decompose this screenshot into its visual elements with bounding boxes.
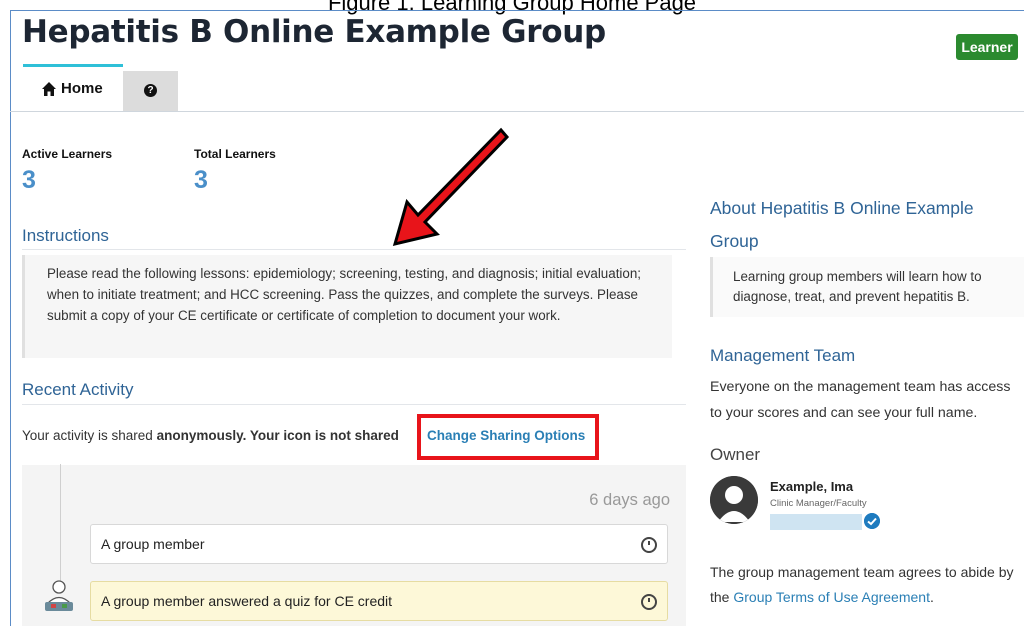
activity-item[interactable]: A group member bbox=[90, 524, 668, 564]
about-text: Learning group members will learn how to… bbox=[710, 257, 1024, 317]
active-learners-label: Active Learners bbox=[22, 147, 113, 161]
management-heading: Management Team bbox=[710, 346, 856, 365]
total-learners-value: 3 bbox=[194, 166, 208, 194]
activity-item-text: A group member answered a quiz for CE cr… bbox=[101, 593, 393, 609]
verified-check-icon bbox=[864, 513, 880, 529]
annotation-highlight-box bbox=[417, 414, 599, 460]
owner-heading: Owner bbox=[710, 445, 761, 464]
activity-item[interactable]: A group member answered a quiz for CE cr… bbox=[90, 581, 668, 621]
home-icon bbox=[42, 82, 56, 96]
instructions-divider bbox=[22, 249, 686, 250]
recent-activity-divider bbox=[22, 404, 686, 405]
recent-activity-heading: Recent Activity bbox=[22, 380, 134, 399]
user-silhouette-icon bbox=[710, 476, 758, 524]
frame-border-top bbox=[10, 10, 1024, 11]
instructions-text: Please read the following lessons: epide… bbox=[22, 255, 672, 358]
owner-progress-bar bbox=[770, 514, 862, 530]
tabs-divider bbox=[10, 111, 1024, 112]
management-text: Everyone on the management team has acce… bbox=[710, 379, 1011, 421]
sharing-status: Your activity is shared anonymously. You… bbox=[22, 428, 399, 443]
clock-icon bbox=[641, 594, 657, 610]
owner-avatar bbox=[710, 476, 758, 524]
role-badge: Learner bbox=[956, 34, 1018, 60]
sharing-status-bold: anonymously. Your icon is not shared bbox=[156, 428, 399, 443]
owner-role: Clinic Manager/Faculty bbox=[770, 498, 867, 509]
activity-item-text: A group member bbox=[101, 536, 205, 552]
terms-text: The group management team agrees to abid… bbox=[710, 564, 1014, 605]
frame-border-left bbox=[10, 10, 11, 626]
clock-icon bbox=[641, 537, 657, 553]
instructions-heading: Instructions bbox=[22, 226, 109, 245]
active-learners-value: 3 bbox=[22, 166, 36, 194]
question-circle-icon: ? bbox=[144, 84, 157, 97]
page-title: Hepatitis B Online Example Group bbox=[22, 14, 606, 50]
owner-name[interactable]: Example, Ima bbox=[770, 479, 853, 494]
about-heading: About Hepatitis B Online Example Group bbox=[710, 198, 974, 251]
terms-of-use-link[interactable]: Group Terms of Use Agreement bbox=[733, 589, 930, 605]
tab-home[interactable]: Home bbox=[23, 64, 123, 112]
total-learners-label: Total Learners bbox=[194, 147, 276, 161]
red-arrow-annotation bbox=[392, 127, 510, 247]
activity-timestamp: 6 days ago bbox=[589, 491, 670, 509]
tab-home-label: Home bbox=[61, 80, 103, 97]
tab-help[interactable]: ? bbox=[123, 71, 178, 112]
timeline-line bbox=[60, 464, 61, 584]
member-avatar-icon bbox=[45, 580, 73, 611]
